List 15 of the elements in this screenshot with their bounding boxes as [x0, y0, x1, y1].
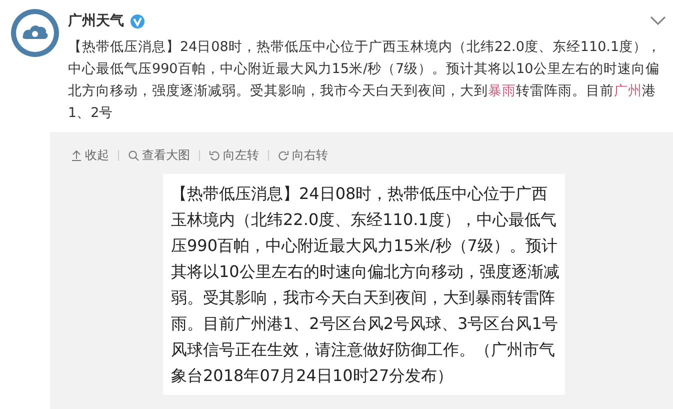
avatar-logo[interactable]	[10, 8, 60, 58]
post-text: 【热带低压消息】24日08时，热带低压中心位于广西玉林境内（北纬22.0度、东经110.1度），中心最低气压990百帕，中心附近最大风力15米/秒（7级）。预计其将以10公里左右的时速向偏北方向移动，强度逐渐减弱。受其影响，我市今天白天到夜间，大到暴雨转雷阵雨。目前广州港1、2号	[68, 38, 662, 123]
rotate-left-icon	[209, 150, 220, 160]
author-name[interactable]: 广州天气	[68, 12, 124, 30]
topic-link[interactable]: 广州	[614, 83, 642, 99]
notice-image-text: 【热带低压消息】24日08时，热带低压中心位于广西玉林境内（北纬22.0度、东经110.1度），中心最低气压990百帕，中心附近最大风力15米/秒（7级）。预计其将以10公里左右的时速向偏北方向移动，强度逐渐减弱。受其影响，我市今天白天到夜间，大到暴雨转雷阵雨。目前广州港1、2号区台风2号风球、3号区台风1号风球信号正在生效，请注意做好防御工作。（广州市气象台2018年07月24日10时27分发布）	[163, 174, 565, 395]
rotate-right-icon	[278, 150, 289, 160]
zoom-button[interactable]: 查看大图	[119, 146, 199, 164]
rotate-left-button[interactable]: 向左转	[200, 146, 268, 164]
rotate-right-button[interactable]: 向右转	[269, 146, 337, 164]
search-icon	[128, 150, 139, 160]
collapse-arrow-icon	[71, 150, 82, 160]
collapse-button[interactable]: 收起	[62, 146, 118, 164]
topic-link[interactable]: 暴雨	[488, 83, 516, 99]
chevron-down-icon[interactable]	[650, 16, 666, 26]
